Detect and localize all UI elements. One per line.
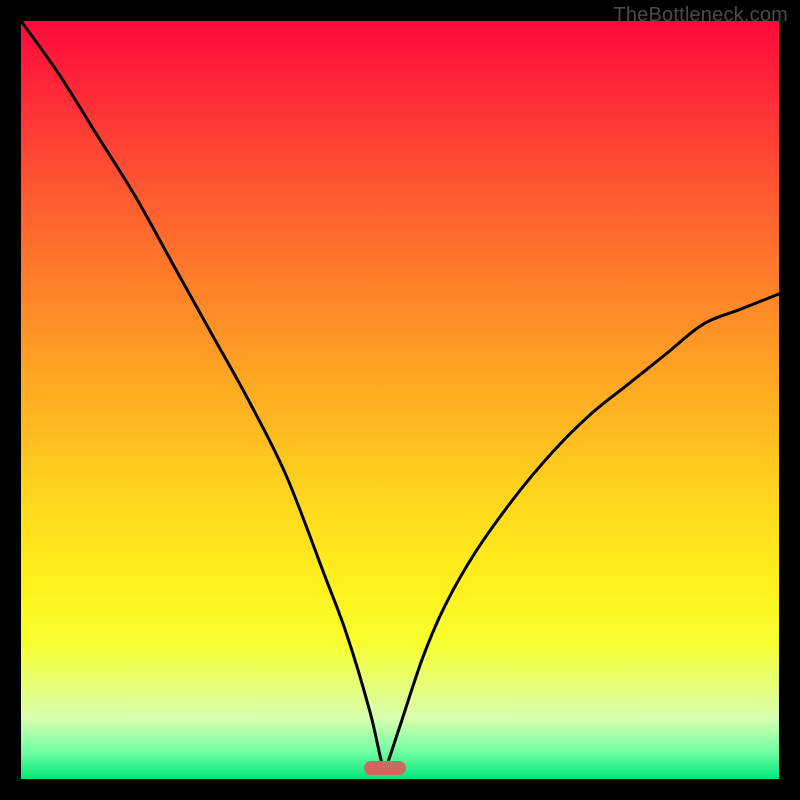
optimal-point-marker	[364, 761, 406, 775]
bottleneck-curve	[21, 21, 779, 779]
chart-frame: TheBottleneck.com	[0, 0, 800, 800]
plot-area	[21, 21, 779, 779]
curve-path	[21, 21, 779, 768]
watermark-text: TheBottleneck.com	[613, 4, 788, 27]
